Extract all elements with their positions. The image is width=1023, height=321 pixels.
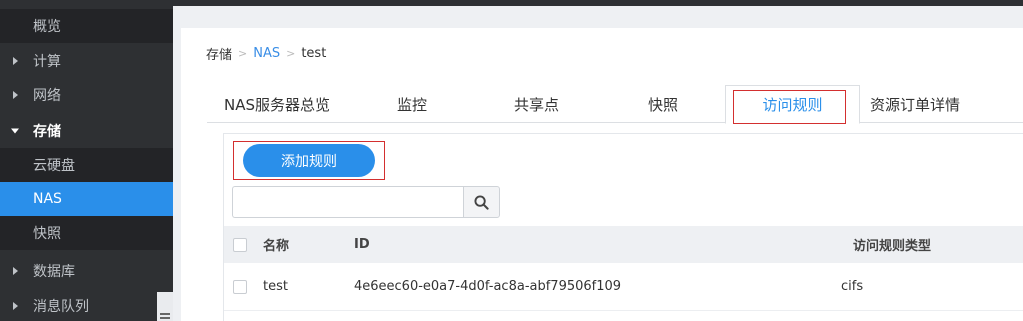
content-top-gutter [173,6,1023,28]
tab-bar: NAS服务器总览 监控 共享点 快照 访问规则 资源订单详情 [207,85,1023,124]
breadcrumb-current: test [301,46,327,61]
menu-icon [160,313,170,315]
sidebar-item-label: 计算 [33,54,61,70]
caret-right-icon [13,302,18,310]
sidebar-item-message-queue[interactable]: 消息队列 [0,289,173,321]
content-left-gutter [173,6,181,321]
tab-label: 监控 [397,95,428,114]
highlight-box [233,141,385,180]
search-input[interactable] [232,186,463,218]
breadcrumb-separator: > [286,47,296,60]
breadcrumb-nas-link[interactable]: NAS [253,46,280,61]
caret-right-icon [13,267,18,275]
caret-right-icon [13,91,18,99]
sidebar-item-storage[interactable]: 存储 [0,114,173,148]
select-all-checkbox[interactable] [233,226,247,263]
tab-label: 共享点 [514,95,560,114]
sidebar-collapse-button[interactable] [157,292,173,321]
sidebar-item-snapshot[interactable]: 快照 [0,216,173,250]
highlight-box [733,90,846,124]
tab-snapshots[interactable]: 快照 [648,85,678,123]
sidebar: 概览 计算 网络 存储 云硬盘 NAS 快照 数据库 消息队列 [0,0,173,321]
caret-down-icon [11,128,19,134]
column-header-type[interactable]: 访问规则类型 [853,226,931,263]
table-row[interactable]: test 4e6eec60-e0a7-4d0f-ac8a-abf79506f10… [224,263,1023,311]
sidebar-item-label: 消息队列 [33,299,89,315]
column-header-id[interactable]: ID [354,226,370,263]
checkbox[interactable] [233,279,247,294]
sidebar-item-label: 数据库 [33,264,75,280]
sidebar-item-label: 网络 [33,88,61,104]
sidebar-item-overview[interactable]: 概览 [0,9,173,43]
caret-right-icon [13,57,18,65]
tab-order-details[interactable]: 资源订单详情 [870,85,960,123]
sidebar-item-label: NAS [33,191,62,207]
sidebar-item-cloud-disk[interactable]: 云硬盘 [0,148,173,182]
sidebar-item-database[interactable]: 数据库 [0,254,173,288]
sidebar-item-compute[interactable]: 计算 [0,44,173,78]
tab-share-points[interactable]: 共享点 [514,85,559,123]
search-bar [232,186,500,218]
menu-icon [160,317,170,319]
sidebar-item-label: 存储 [33,124,61,140]
row-type: cifs [841,279,864,294]
breadcrumb-storage[interactable]: 存储 [206,44,232,63]
tab-monitor[interactable]: 监控 [397,85,427,123]
row-checkbox[interactable] [233,263,247,310]
tab-nas-overview[interactable]: NAS服务器总览 [224,85,330,123]
column-header-name[interactable]: 名称 [263,226,289,263]
table-header: 名称 ID 访问规则类型 [224,226,1023,263]
breadcrumb: 存储 > NAS > test [206,44,326,63]
breadcrumb-separator: > [238,47,248,60]
sidebar-item-label: 快照 [33,226,61,242]
tab-label: NAS服务器总览 [224,95,331,114]
search-button[interactable] [463,186,500,218]
checkbox[interactable] [233,237,247,252]
sidebar-item-label: 概览 [33,19,61,35]
row-name: test [263,279,288,294]
tab-label: 快照 [648,95,679,114]
sidebar-item-nas[interactable]: NAS [0,182,173,216]
tab-label: 资源订单详情 [870,95,961,114]
row-id: 4e6eec60-e0a7-4d0f-ac8a-abf79506f109 [354,279,622,294]
search-icon [474,194,489,210]
sidebar-item-network[interactable]: 网络 [0,78,173,112]
sidebar-item-label: 云硬盘 [33,158,75,174]
